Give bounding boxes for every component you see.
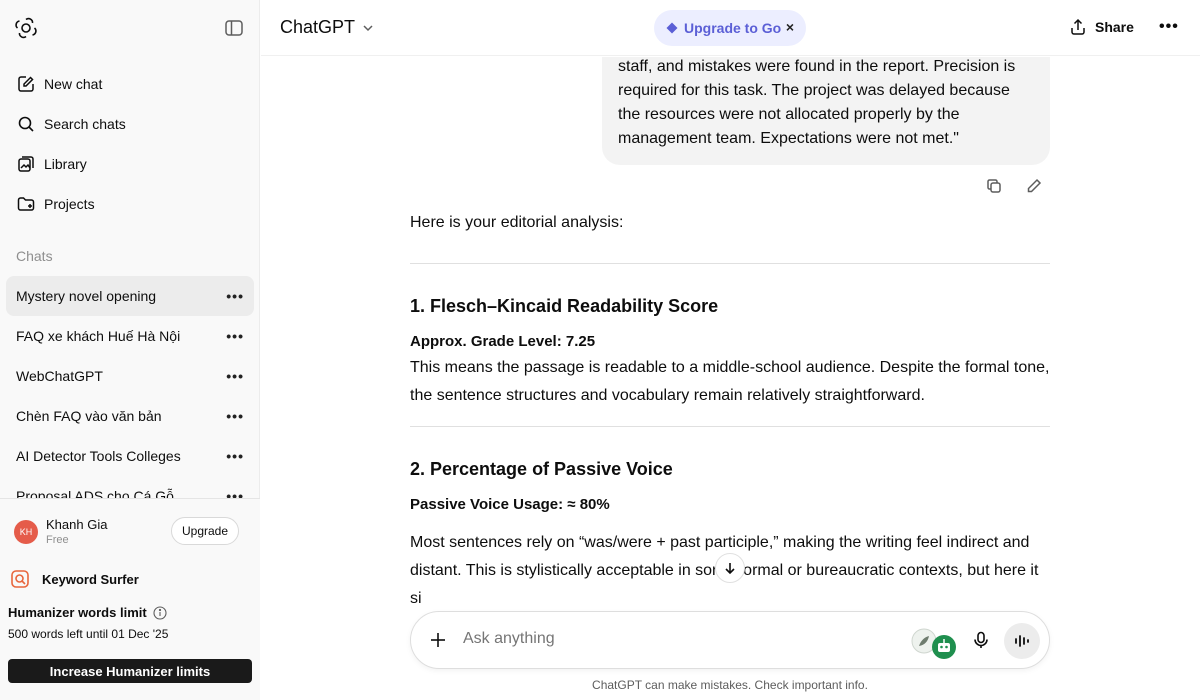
openai-logo-icon[interactable] xyxy=(14,16,38,40)
share-icon xyxy=(1071,18,1085,35)
diamond-icon xyxy=(666,22,678,34)
extension-robot-icon[interactable] xyxy=(931,634,957,660)
promo-label: Upgrade to Go xyxy=(684,20,782,36)
chat-options-icon[interactable]: ••• xyxy=(226,448,244,464)
answer-intro: Here is your editorial analysis: xyxy=(410,214,624,231)
edit-message-icon[interactable] xyxy=(1025,177,1043,195)
top-bar: ChatGPT Upgrade to Go × Share ••• xyxy=(261,0,1200,56)
library-button[interactable]: Library xyxy=(8,144,252,184)
user-name: Khanh Gia xyxy=(46,517,108,532)
keyword-surfer-icon xyxy=(11,570,29,588)
library-icon xyxy=(18,156,34,172)
sidebar-footer: KH Khanh Gia Free Upgrade Keyword Surfer… xyxy=(0,498,260,700)
conversation: staff, and mistakes were found in the re… xyxy=(261,57,1200,700)
waveform-icon xyxy=(1015,635,1029,647)
new-chat-label: New chat xyxy=(44,76,103,92)
disclaimer: ChatGPT can make mistakes. Check importa… xyxy=(592,678,868,692)
passive-voice-usage: Passive Voice Usage: ≈ 80% xyxy=(410,496,610,513)
model-selector[interactable]: ChatGPT xyxy=(280,17,375,38)
chevron-down-icon xyxy=(363,24,373,31)
library-label: Library xyxy=(44,156,87,172)
new-chat-button[interactable]: New chat xyxy=(8,64,252,104)
message-input[interactable] xyxy=(463,630,883,648)
keyword-surfer-label: Keyword Surfer xyxy=(42,571,139,587)
upgrade-button[interactable]: Upgrade xyxy=(171,517,239,545)
microphone-icon[interactable] xyxy=(971,630,991,650)
chat-options-icon[interactable]: ••• xyxy=(226,288,244,304)
sidebar-toggle-icon[interactable] xyxy=(224,18,244,38)
share-label: Share xyxy=(1095,19,1134,35)
section-heading: 1. Flesch–Kincaid Readability Score xyxy=(410,296,719,316)
arrow-down-icon xyxy=(725,563,735,575)
humanizer-title: Humanizer words limit xyxy=(8,605,167,620)
projects-button[interactable]: Projects xyxy=(8,184,252,224)
keyword-surfer-item[interactable]: Keyword Surfer xyxy=(10,569,139,589)
section-heading: 2. Percentage of Passive Voice xyxy=(410,459,673,479)
sidebar: New chat Search chats Library Projects C… xyxy=(0,0,260,700)
chat-options-icon[interactable]: ••• xyxy=(226,488,244,498)
chat-options-icon[interactable]: ••• xyxy=(226,328,244,344)
chat-item[interactable]: Proposal ADS cho Cá Gỗ ••• xyxy=(6,476,254,498)
copy-icon[interactable] xyxy=(985,177,1003,195)
chat-item-title: FAQ xe khách Huế Hà Nội xyxy=(16,328,181,344)
message-actions xyxy=(985,177,1065,195)
chat-options-icon[interactable]: ••• xyxy=(226,368,244,384)
search-icon xyxy=(18,116,34,132)
model-name: ChatGPT xyxy=(280,17,356,37)
avatar: KH xyxy=(14,520,38,544)
upgrade-promo[interactable]: Upgrade to Go × xyxy=(654,10,806,46)
grade-level: Approx. Grade Level: 7.25 xyxy=(410,333,596,350)
chat-options-icon[interactable]: ••• xyxy=(226,408,244,424)
user-plan: Free xyxy=(46,534,69,546)
composer xyxy=(410,611,1050,669)
chat-item-active[interactable]: Mystery novel opening ••• xyxy=(6,276,254,316)
search-chats-label: Search chats xyxy=(44,116,126,132)
voice-mode-button[interactable] xyxy=(1004,623,1040,659)
chat-item[interactable]: Chèn FAQ vào văn bản ••• xyxy=(6,396,254,436)
scroll-down-button[interactable] xyxy=(715,553,745,583)
share-button[interactable]: Share xyxy=(1069,18,1134,36)
user-message: staff, and mistakes were found in the re… xyxy=(602,57,1050,165)
divider xyxy=(410,426,1050,427)
folder-icon xyxy=(17,197,35,211)
chat-item-title: WebChatGPT xyxy=(16,368,103,384)
chat-item[interactable]: WebChatGPT ••• xyxy=(6,356,254,396)
humanizer-remaining: 500 words left until 01 Dec '25 xyxy=(8,627,169,641)
chats-section-label: Chats xyxy=(16,248,53,264)
sidebar-header xyxy=(0,0,259,56)
chat-list: Mystery novel opening ••• FAQ xe khách H… xyxy=(6,276,254,498)
humanizer-title-text: Humanizer words limit xyxy=(8,605,147,620)
close-icon[interactable]: × xyxy=(786,19,794,35)
chat-item-title: AI Detector Tools Colleges xyxy=(16,448,181,464)
info-icon[interactable] xyxy=(153,605,167,620)
more-options-icon[interactable]: ••• xyxy=(1159,18,1179,36)
section-text: This means the passage is readable to a … xyxy=(410,359,1050,404)
plus-icon[interactable] xyxy=(427,629,449,651)
chat-item-title: Mystery novel opening xyxy=(16,288,157,304)
chat-item[interactable]: FAQ xe khách Huế Hà Nội ••• xyxy=(6,316,254,356)
chat-item[interactable]: AI Detector Tools Colleges ••• xyxy=(6,436,254,476)
projects-label: Projects xyxy=(44,196,95,212)
divider xyxy=(410,263,1050,264)
chat-item-title: Proposal ADS cho Cá Gỗ xyxy=(16,488,174,498)
chat-item-title: Chèn FAQ vào văn bản xyxy=(16,408,162,424)
sidebar-nav: New chat Search chats Library Projects xyxy=(8,64,252,224)
search-chats-button[interactable]: Search chats xyxy=(8,104,252,144)
increase-humanizer-button[interactable]: Increase Humanizer limits xyxy=(8,659,252,683)
edit-icon xyxy=(18,76,34,92)
user-profile[interactable]: KH Khanh Gia Free xyxy=(14,517,107,547)
